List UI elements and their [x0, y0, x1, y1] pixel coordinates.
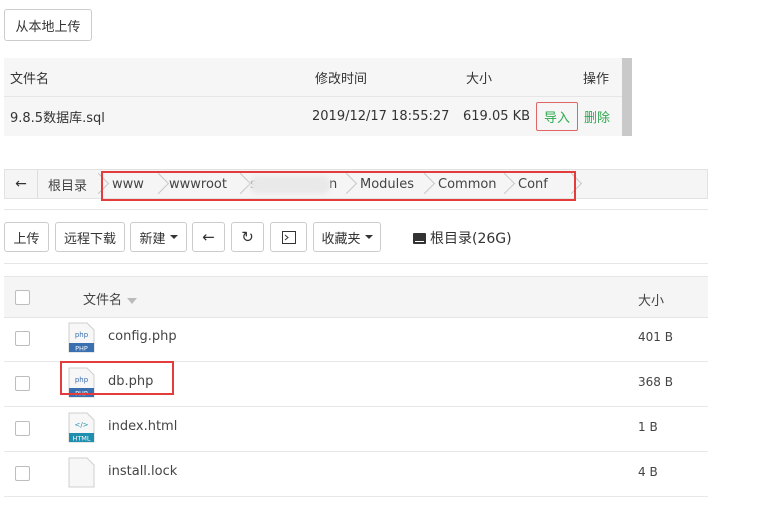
import-file-size: 619.05 KB — [463, 109, 531, 124]
file-table-header: 文件名 大小 — [4, 276, 708, 318]
row-checkbox[interactable] — [15, 421, 30, 436]
file-size: 1 B — [638, 420, 658, 434]
new-button[interactable]: 新建 — [130, 222, 187, 252]
file-name-link[interactable]: install.lock — [108, 464, 177, 479]
import-panel: 文件名 修改时间 大小 操作 9.8.5数据库.sql 2019/12/17 1… — [4, 58, 632, 136]
table-row[interactable]: install.lock 4 B — [4, 451, 708, 497]
refresh-button[interactable]: ↻ — [231, 222, 264, 252]
root-disk-label: 根目录(26G) — [430, 231, 512, 247]
row-checkbox[interactable] — [15, 331, 30, 346]
chevron-down-icon — [169, 235, 178, 239]
divider — [4, 263, 708, 264]
file-type-label: HTML — [72, 435, 90, 443]
refresh-icon: ↻ — [241, 228, 254, 246]
html-file-icon: HTML </> — [68, 412, 95, 443]
upload-local-button[interactable]: 从本地上传 — [4, 9, 92, 41]
file-type-glyph: </> — [74, 421, 88, 429]
import-button[interactable]: 导入 — [536, 102, 579, 131]
table-row[interactable]: HTML </> index.html 1 B — [4, 406, 708, 452]
file-size: 4 B — [638, 465, 658, 479]
import-file-mtime: 2019/12/17 18:55:27 — [312, 109, 450, 124]
import-file-name: 9.8.5数据库.sql — [10, 111, 105, 126]
file-type-glyph: php — [75, 331, 89, 339]
import-scrollbar[interactable] — [622, 58, 632, 136]
header-ops: 操作 — [583, 71, 610, 87]
divider — [4, 209, 708, 210]
back-arrow-button[interactable]: ← — [192, 222, 225, 252]
file-size: 401 B — [638, 330, 673, 344]
file-size: 368 B — [638, 375, 673, 389]
upload-button[interactable]: 上传 — [4, 222, 49, 252]
favorites-button-label: 收藏夹 — [321, 231, 361, 247]
back-arrow-icon: ← — [202, 228, 215, 246]
remote-download-button[interactable]: 远程下载 — [55, 222, 125, 252]
back-arrow-icon[interactable]: ← — [5, 170, 38, 198]
generic-file-icon — [68, 457, 95, 488]
sort-down-icon — [127, 298, 138, 304]
header-size: 大小 — [466, 71, 493, 87]
breadcrumb-root[interactable]: 根目录 — [48, 170, 87, 198]
header-filename[interactable]: 文件名 — [83, 289, 138, 308]
header-size[interactable]: 大小 — [638, 290, 664, 309]
file-name-link[interactable]: config.php — [108, 329, 177, 344]
select-all-checkbox[interactable] — [15, 290, 30, 305]
file-name-link[interactable]: index.html — [108, 419, 177, 434]
header-filename-label: 文件名 — [83, 293, 123, 308]
delete-link[interactable]: 删除 — [584, 107, 610, 126]
php-file-icon: PHP php — [68, 322, 95, 353]
new-button-label: 新建 — [139, 231, 166, 247]
path-highlight-box — [101, 171, 576, 201]
disk-icon — [413, 232, 426, 244]
import-file-row: 9.8.5数据库.sql 2019/12/17 18:55:27 619.05 … — [4, 97, 622, 136]
header-filename: 文件名 — [10, 71, 50, 87]
file-highlight-box — [60, 361, 174, 395]
root-disk-info[interactable]: 根目录(26G) — [413, 228, 512, 248]
row-checkbox[interactable] — [15, 466, 30, 481]
favorites-button[interactable]: 收藏夹 — [313, 222, 381, 252]
terminal-icon — [281, 230, 296, 244]
chevron-down-icon — [364, 235, 373, 239]
file-type-label: PHP — [75, 345, 88, 353]
import-table-header: 文件名 修改时间 大小 操作 — [4, 58, 622, 97]
header-mtime: 修改时间 — [315, 71, 368, 87]
table-row[interactable]: PHP php config.php 401 B — [4, 316, 708, 362]
row-checkbox[interactable] — [15, 376, 30, 391]
terminal-button[interactable] — [270, 222, 307, 252]
